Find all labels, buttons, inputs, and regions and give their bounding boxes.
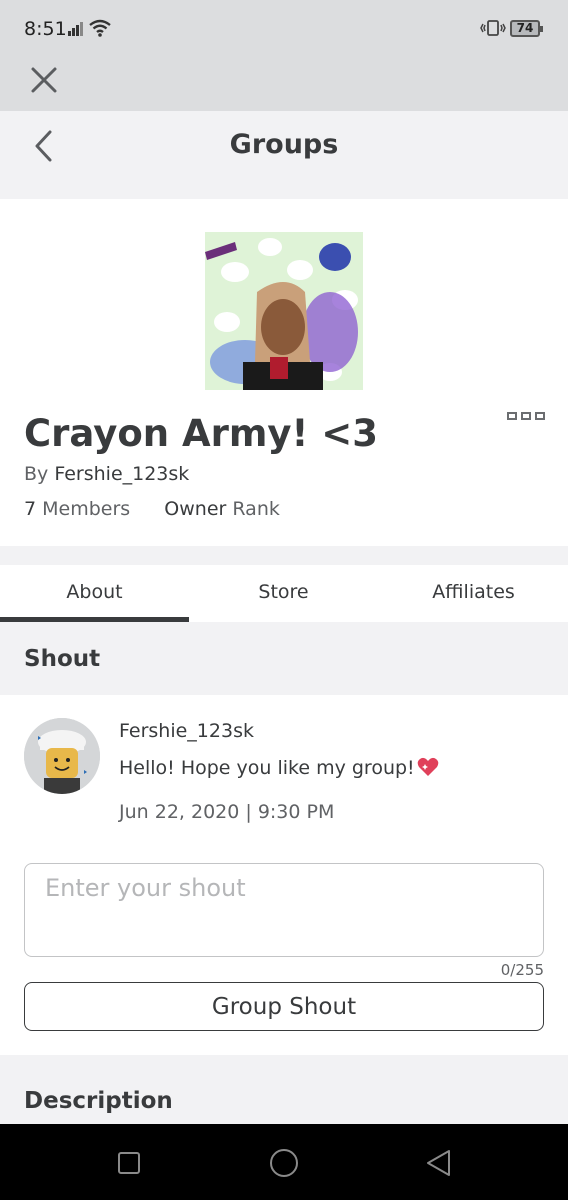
owner-name-link[interactable]: Fershie_123sk	[54, 463, 189, 485]
close-bar	[0, 56, 568, 111]
shout-input[interactable]	[24, 863, 544, 957]
shout-poster[interactable]: Fershie_123sk	[119, 720, 254, 742]
by-label: By	[24, 463, 49, 485]
shout-message: Hello! Hope you like my group!	[119, 757, 439, 779]
recents-icon[interactable]	[112, 1146, 146, 1180]
description-title: Description	[24, 1088, 173, 1114]
wifi-icon	[89, 19, 111, 37]
rank-label: Rank	[232, 498, 280, 520]
close-icon[interactable]	[28, 64, 60, 96]
more-options-icon[interactable]	[507, 412, 547, 422]
description-section: Description	[0, 1073, 568, 1124]
back-nav-icon[interactable]	[422, 1146, 456, 1180]
character-count: 0/255	[500, 961, 544, 979]
rank-value: Owner	[164, 498, 227, 520]
shout-message-text: Hello! Hope you like my group!	[119, 757, 415, 779]
group-info-card: Crayon Army! <3 By Fershie_123sk 7 Membe…	[0, 199, 568, 546]
group-stats: 7 Members Owner Rank	[24, 498, 280, 520]
navigation-bar	[0, 1124, 568, 1200]
group-name: Crayon Army! <3	[24, 412, 379, 455]
owner-line: By Fershie_123sk	[24, 463, 189, 485]
status-bar: 8:51 74	[0, 0, 568, 56]
status-time: 8:51	[24, 18, 67, 40]
shout-date: Jun 22, 2020 | 9:30 PM	[119, 801, 335, 823]
group-emblem	[205, 232, 363, 390]
member-count: 7	[24, 498, 37, 520]
group-shout-button[interactable]: Group Shout	[24, 982, 544, 1031]
group-tabs: About Store Affiliates	[0, 565, 568, 622]
page-title: Groups	[229, 129, 339, 160]
members-label: Members	[42, 498, 131, 520]
home-icon[interactable]	[267, 1146, 301, 1180]
shout-title: Shout	[24, 646, 101, 672]
vibrate-icon	[480, 20, 506, 36]
shout-section: Fershie_123sk Hello! Hope you like my gr…	[0, 695, 568, 1055]
tab-about[interactable]: About	[0, 565, 189, 622]
battery-icon: 74	[510, 20, 543, 37]
signal-icon	[68, 22, 84, 36]
page-header: Groups	[0, 111, 568, 181]
sparkling-heart-icon	[417, 757, 438, 776]
avatar[interactable]	[24, 718, 100, 794]
shout-section-header: Shout	[0, 622, 568, 695]
tab-store[interactable]: Store	[189, 565, 378, 622]
tab-affiliates[interactable]: Affiliates	[379, 565, 568, 622]
